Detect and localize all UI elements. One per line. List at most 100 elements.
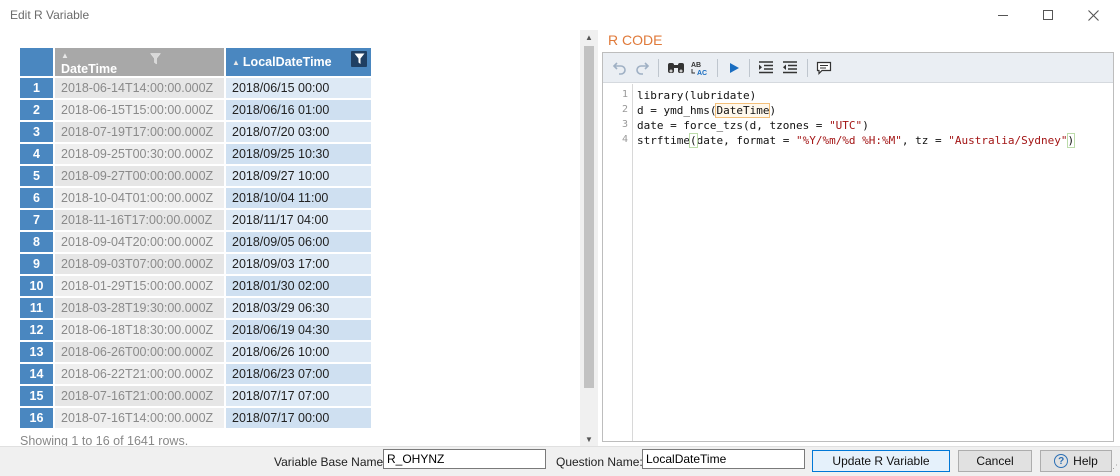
scroll-up-icon[interactable]: ▲ <box>580 30 598 44</box>
row-number: 12 <box>20 320 53 342</box>
close-button[interactable] <box>1070 0 1116 30</box>
outdent-button[interactable] <box>779 58 801 78</box>
question-name-input[interactable] <box>642 449 805 469</box>
table-row[interactable]: 6 2018-10-04T01:00:00.000Z 2018/10/04 11:0… <box>20 188 371 210</box>
scroll-down-icon[interactable]: ▼ <box>580 432 598 446</box>
row-number: 13 <box>20 342 53 364</box>
base-name-input[interactable] <box>383 449 546 469</box>
datetime-cell[interactable]: 2018-07-16T21:00:00.000Z <box>53 386 224 408</box>
localdatetime-cell[interactable]: 2018/06/19 04:30 <box>224 320 371 342</box>
datetime-cell[interactable]: 2018-06-22T21:00:00.000Z <box>53 364 224 386</box>
table-row[interactable]: 5 2018-09-27T00:00:00.000Z 2018/09/27 10:0… <box>20 166 371 188</box>
minimize-button[interactable] <box>980 0 1026 30</box>
localdatetime-cell[interactable]: 2018/06/23 07:00 <box>224 364 371 386</box>
code-text: ) <box>862 119 869 132</box>
table-row[interactable]: 13 2018-06-26T00:00:00.000Z 2018/06/26 10:… <box>20 342 371 364</box>
localdatetime-cell[interactable]: 2018/09/05 06:00 <box>224 232 371 254</box>
table-row[interactable]: 4 2018-09-25T00:30:00.000Z 2018/09/25 10:3… <box>20 144 371 166</box>
datetime-cell[interactable]: 2018-11-16T17:00:00.000Z <box>53 210 224 232</box>
minimize-icon <box>998 14 1008 16</box>
line-number: 3 <box>621 119 628 130</box>
localdatetime-cell[interactable]: 2018/06/26 10:00 <box>224 342 371 364</box>
run-button[interactable] <box>723 58 745 78</box>
table-row[interactable]: 1 2018-06-14T14:00:00.000Z 2018/06/15 00:0… <box>20 78 371 100</box>
datetime-cell[interactable]: 2018-07-19T17:00:00.000Z <box>53 122 224 144</box>
column-header-localdatetime[interactable]: ▲ LocalDateTime <box>224 48 371 78</box>
code-text: d = ymd_hms( <box>637 104 717 117</box>
datetime-cell[interactable]: 2018-06-14T14:00:00.000Z <box>53 78 224 100</box>
code-text: ) <box>769 104 777 117</box>
indent-icon <box>759 61 773 74</box>
table-row[interactable]: 12 2018-06-18T18:30:00.000Z 2018/06/19 04:… <box>20 320 371 342</box>
localdatetime-cell[interactable]: 2018/01/30 02:00 <box>224 276 371 298</box>
localdatetime-cell[interactable]: 2018/11/17 04:00 <box>224 210 371 232</box>
datetime-cell[interactable]: 2018-03-28T19:30:00.000Z <box>53 298 224 320</box>
datetime-cell[interactable]: 2018-10-04T01:00:00.000Z <box>53 188 224 210</box>
r-code-label: R CODE <box>608 32 663 48</box>
help-button[interactable]: ? Help <box>1040 450 1112 472</box>
localdatetime-cell[interactable]: 2018/06/16 01:00 <box>224 100 371 122</box>
localdatetime-cell[interactable]: 2018/09/03 17:00 <box>224 254 371 276</box>
undo-button[interactable] <box>609 58 631 78</box>
line-number: 4 <box>621 134 628 145</box>
localdatetime-cell[interactable]: 2018/10/04 11:00 <box>224 188 371 210</box>
filter-icon[interactable] <box>148 51 162 67</box>
table-body: 1 2018-06-14T14:00:00.000Z 2018/06/15 00:0… <box>20 78 371 430</box>
row-number: 5 <box>20 166 53 188</box>
localdatetime-cell[interactable]: 2018/06/15 00:00 <box>224 78 371 100</box>
datetime-cell[interactable]: 2018-09-27T00:00:00.000Z <box>53 166 224 188</box>
code-line-4: strftime(date, format = "%Y/%m/%d %H:%M"… <box>637 133 1109 148</box>
help-icon: ? <box>1054 454 1069 468</box>
redo-button[interactable] <box>631 58 653 78</box>
sort-icon: ▲ <box>61 51 69 61</box>
cancel-button[interactable]: Cancel <box>958 450 1032 472</box>
row-number: 1 <box>20 78 53 100</box>
row-number: 8 <box>20 232 53 254</box>
datetime-cell[interactable]: 2018-09-25T00:30:00.000Z <box>53 144 224 166</box>
row-number: 16 <box>20 408 53 430</box>
comment-button[interactable] <box>813 58 835 78</box>
resize-grip-icon[interactable]: ⋰ <box>1109 463 1118 474</box>
maximize-button[interactable] <box>1025 0 1071 30</box>
table-row[interactable]: 11 2018-03-28T19:30:00.000Z 2018/03/29 06:… <box>20 298 371 320</box>
filter-active-icon[interactable] <box>351 51 367 67</box>
vertical-scrollbar[interactable]: ▲ ▼ <box>580 30 598 446</box>
code-content[interactable]: library(lubridate) d = ymd_hms(DateTime)… <box>637 88 1109 148</box>
row-header-corner <box>20 48 53 78</box>
datetime-cell[interactable]: 2018-01-29T15:00:00.000Z <box>53 276 224 298</box>
find-button[interactable] <box>665 58 687 78</box>
datetime-cell[interactable]: 2018-06-15T15:00:00.000Z <box>53 100 224 122</box>
table-row[interactable]: 9 2018-09-03T07:00:00.000Z 2018/09/03 17:0… <box>20 254 371 276</box>
table-row[interactable]: 14 2018-06-22T21:00:00.000Z 2018/06/23 07:… <box>20 364 371 386</box>
scrollbar-thumb[interactable] <box>584 46 594 388</box>
datetime-cell[interactable]: 2018-09-03T07:00:00.000Z <box>53 254 224 276</box>
table-row[interactable]: 15 2018-07-16T21:00:00.000Z 2018/07/17 07:… <box>20 386 371 408</box>
table-row[interactable]: 16 2018-07-16T14:00:00.000Z 2018/07/17 00:… <box>20 408 371 430</box>
datetime-cell[interactable]: 2018-06-18T18:30:00.000Z <box>53 320 224 342</box>
localdatetime-cell[interactable]: 2018/07/17 07:00 <box>224 386 371 408</box>
replace-button[interactable]: AB AC <box>689 58 711 78</box>
table-row[interactable]: 7 2018-11-16T17:00:00.000Z 2018/11/17 04:0… <box>20 210 371 232</box>
datetime-cell[interactable]: 2018-09-04T20:00:00.000Z <box>53 232 224 254</box>
datetime-cell[interactable]: 2018-06-26T00:00:00.000Z <box>53 342 224 364</box>
string-literal: "%Y/%m/%d %H:%M" <box>795 134 902 147</box>
update-r-variable-button[interactable]: Update R Variable <box>812 450 950 472</box>
localdatetime-cell[interactable]: 2018/09/27 10:00 <box>224 166 371 188</box>
code-text: strftime <box>637 134 690 147</box>
toolbar-separator <box>658 59 659 77</box>
localdatetime-cell[interactable]: 2018/03/29 06:30 <box>224 298 371 320</box>
datetime-cell[interactable]: 2018-07-16T14:00:00.000Z <box>53 408 224 430</box>
localdatetime-cell[interactable]: 2018/09/25 10:30 <box>224 144 371 166</box>
table-row[interactable]: 10 2018-01-29T15:00:00.000Z 2018/01/30 02:… <box>20 276 371 298</box>
table-row[interactable]: 2 2018-06-15T15:00:00.000Z 2018/06/16 01:0… <box>20 100 371 122</box>
indent-button[interactable] <box>755 58 777 78</box>
localdatetime-cell[interactable]: 2018/07/20 03:00 <box>224 122 371 144</box>
localdatetime-cell[interactable]: 2018/07/17 00:00 <box>224 408 371 430</box>
code-line-3: date = force_tzs(d, tzones = "UTC") <box>637 118 1109 133</box>
table-row[interactable]: 3 2018-07-19T17:00:00.000Z 2018/07/20 03:0… <box>20 122 371 144</box>
table-row[interactable]: 8 2018-09-04T20:00:00.000Z 2018/09/05 06:0… <box>20 232 371 254</box>
code-editor[interactable]: AB AC 1 2 3 4 library(lubridate) d = ymd_… <box>602 52 1114 442</box>
code-text: date = force_tzs(d, tzones = <box>637 119 830 132</box>
column-header-datetime[interactable]: ▲ DateTime <box>53 48 224 78</box>
base-name-label: Variable Base Name: <box>274 455 387 469</box>
